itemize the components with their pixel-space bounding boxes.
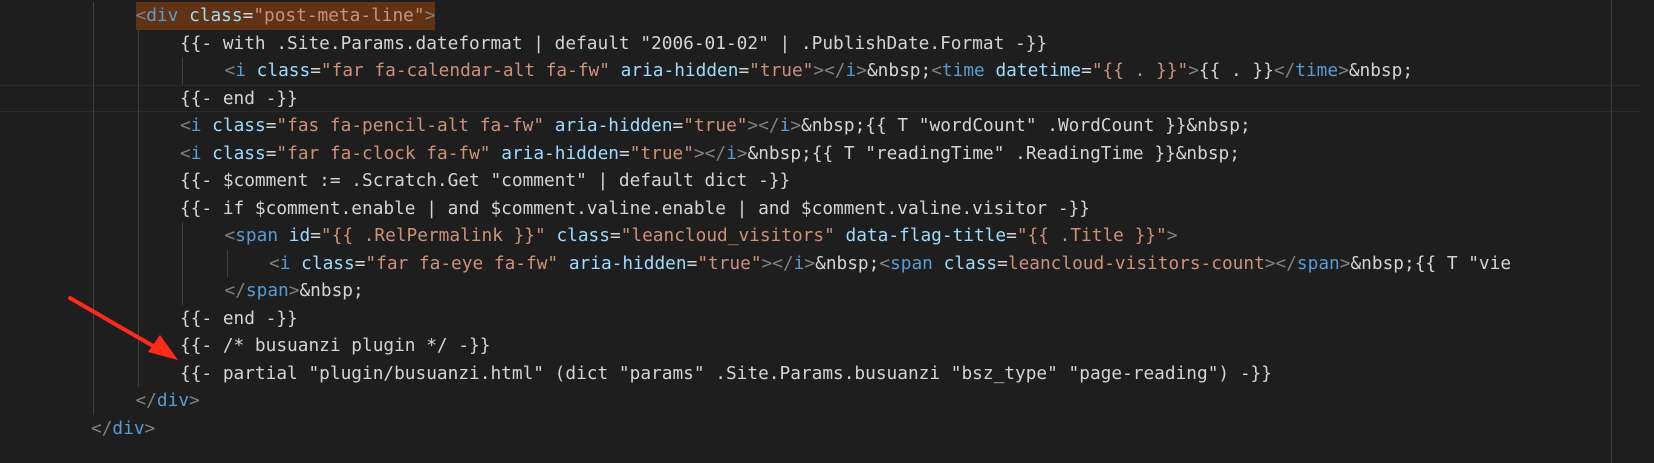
annotation-arrow-icon — [68, 296, 178, 360]
code-editor[interactable]: <div class="post-meta-line"> {{- with .Si… — [0, 0, 1654, 463]
